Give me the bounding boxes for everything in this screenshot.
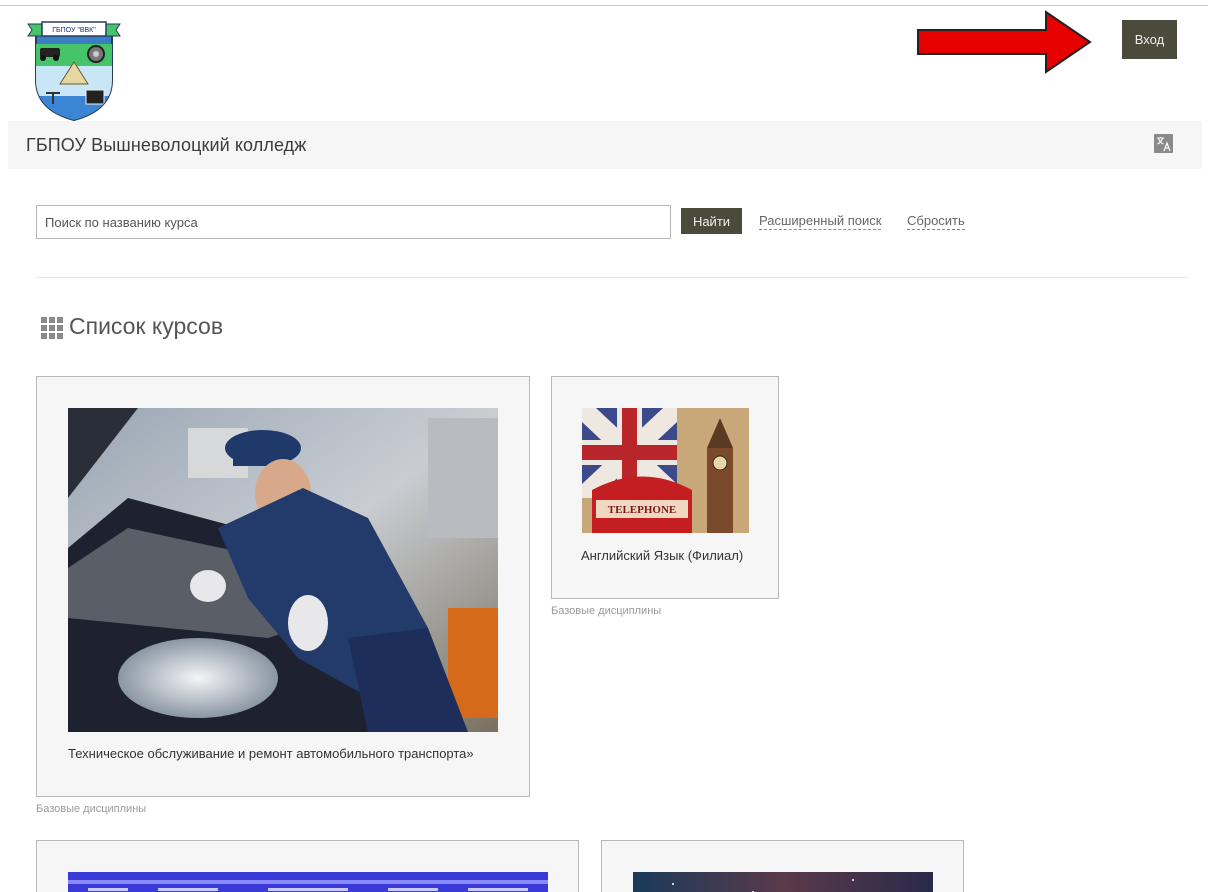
london-photo[interactable]: TELEPHONE — [582, 408, 749, 533]
course-title[interactable]: Техническое обслуживание и ремонт автомо… — [68, 746, 474, 761]
course-card[interactable] — [36, 840, 579, 892]
course-list-heading: Список курсов — [69, 313, 224, 339]
divider — [36, 277, 1188, 278]
reset-link[interactable]: Сбросить — [907, 213, 965, 230]
space-photo[interactable] — [633, 872, 933, 892]
tech-banner-photo[interactable] — [68, 872, 548, 892]
course-card[interactable] — [601, 840, 964, 892]
top-border — [0, 0, 1208, 6]
course-category[interactable]: Базовые дисциплины — [551, 605, 661, 617]
search-input[interactable] — [36, 205, 671, 239]
translate-icon[interactable] — [1154, 134, 1173, 153]
mechanic-photo[interactable] — [68, 408, 498, 732]
grid-icon — [41, 317, 63, 339]
red-arrow-icon — [917, 10, 1092, 74]
login-button[interactable]: Вход — [1122, 20, 1177, 59]
site-title[interactable]: ГБПОУ Вышневолоцкий колледж — [26, 135, 306, 156]
advanced-search-link[interactable]: Расширенный поиск — [759, 213, 882, 230]
find-button[interactable]: Найти — [681, 208, 742, 234]
course-card[interactable]: TELEPHONE Английский Язык (Филиал) — [551, 376, 779, 599]
course-category[interactable]: Базовые дисциплины — [36, 803, 146, 815]
course-title[interactable]: Английский Язык (Филиал) — [581, 548, 743, 563]
svg-text:TELEPHONE: TELEPHONE — [608, 504, 676, 516]
college-logo[interactable]: ГБПОУ "ВВК" — [26, 18, 122, 122]
logo-text: ГБПОУ "ВВК" — [52, 27, 96, 34]
course-card[interactable]: Техническое обслуживание и ремонт автомо… — [36, 376, 530, 797]
title-bar: ГБПОУ Вышневолоцкий колледж — [8, 121, 1202, 169]
